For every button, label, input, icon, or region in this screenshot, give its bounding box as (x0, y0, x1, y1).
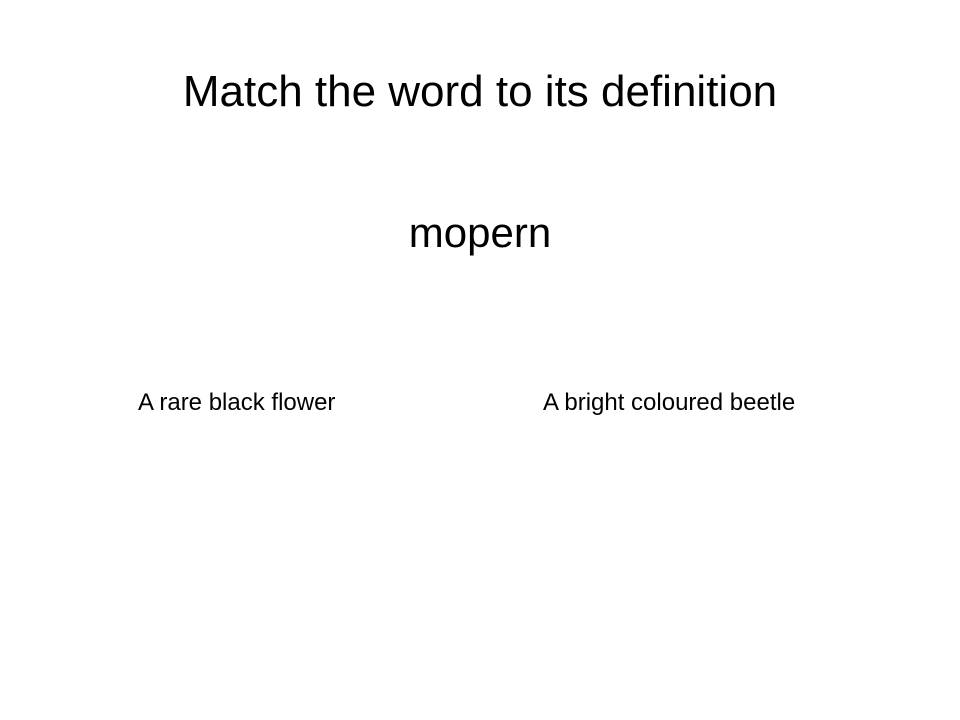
definition-option-beetle[interactable]: A bright coloured beetle (543, 386, 795, 420)
slide-title: Match the word to its definition (182, 67, 778, 116)
definition-option-flower[interactable]: A rare black flower (138, 386, 335, 420)
slide: Match the word to its definition mopern … (0, 0, 960, 720)
target-word: mopern (408, 209, 552, 256)
definition-options: A rare black flower A bright coloured be… (0, 386, 960, 420)
